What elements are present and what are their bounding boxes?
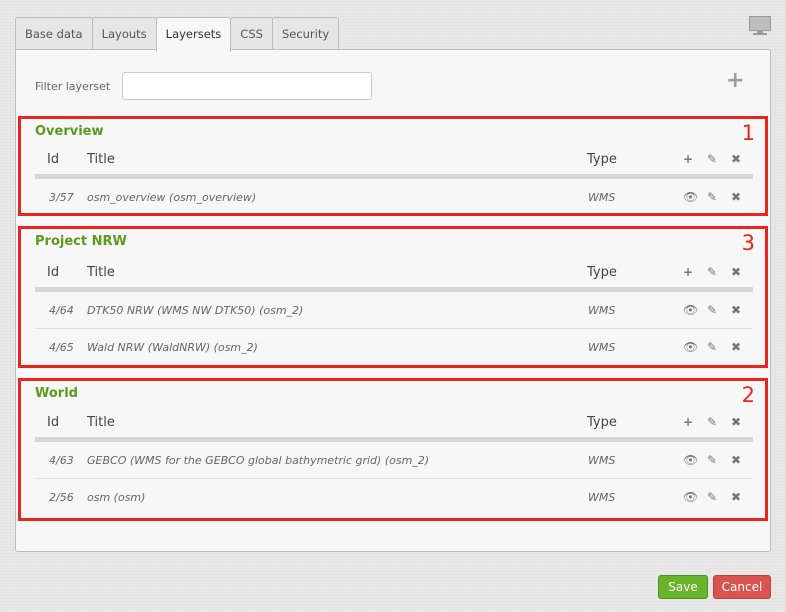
row-type: WMS [588, 191, 616, 204]
row-title: Wald NRW (WaldNRW) (osm_2) [87, 341, 258, 354]
table-header: Id Title Type + ✎ ✖ [35, 259, 753, 287]
row-type: WMS [588, 491, 616, 504]
header-title: Title [87, 265, 115, 280]
row-type: WMS [588, 454, 616, 467]
table-row[interactable]: 4/64 DTK50 NRW (WMS NW DTK50) (osm_2) WM… [35, 293, 753, 329]
header-id: Id [47, 415, 60, 430]
preview-eye-icon[interactable]: 👁 [683, 340, 698, 354]
table-row[interactable]: 4/63 GEBCO (WMS for the GEBCO global bat… [35, 443, 753, 479]
monitor-icon[interactable] [749, 16, 771, 36]
tab-css[interactable]: CSS [230, 17, 273, 49]
header-type: Type [587, 415, 617, 430]
add-layer-plus-icon[interactable]: + [683, 152, 693, 166]
tab-layouts[interactable]: Layouts [91, 17, 157, 49]
section-title: Project NRW [35, 234, 127, 249]
delete-x-icon[interactable]: ✖ [731, 303, 741, 317]
header-title: Title [87, 152, 115, 167]
table-row[interactable]: 4/65 Wald NRW (WaldNRW) (osm_2) WMS 👁 ✎ … [35, 330, 753, 366]
delete-x-icon[interactable]: ✖ [731, 152, 741, 166]
header-title: Title [87, 415, 115, 430]
annotation-marker: 2 [741, 383, 755, 407]
row-id: 4/64 [49, 304, 74, 317]
annotation-marker: 1 [741, 121, 755, 145]
delete-x-icon[interactable]: ✖ [731, 340, 741, 354]
cancel-button[interactable]: Cancel [713, 575, 771, 599]
tab-bar: Base data Layouts Layersets CSS Security [15, 17, 340, 52]
edit-pencil-icon[interactable]: ✎ [707, 265, 717, 279]
section-title: World [35, 386, 78, 401]
filter-label: Filter layerset [35, 80, 111, 93]
header-type: Type [587, 265, 617, 280]
delete-x-icon[interactable]: ✖ [731, 415, 741, 429]
edit-pencil-icon[interactable]: ✎ [707, 415, 717, 429]
header-type: Type [587, 152, 617, 167]
preview-eye-icon[interactable]: 👁 [683, 453, 698, 467]
header-id: Id [47, 265, 60, 280]
table-row[interactable]: 3/57 osm_overview (osm_overview) WMS 👁 ✎… [35, 180, 753, 216]
edit-pencil-icon[interactable]: ✎ [707, 453, 717, 467]
preview-eye-icon[interactable]: 👁 [683, 303, 698, 317]
row-type: WMS [588, 341, 616, 354]
add-layer-plus-icon[interactable]: + [683, 265, 693, 279]
section-title: Overview [35, 124, 104, 139]
table-header: Id Title Type + ✎ ✖ [35, 146, 753, 174]
header-id: Id [47, 152, 60, 167]
edit-pencil-icon[interactable]: ✎ [707, 303, 717, 317]
header-divider [35, 287, 753, 292]
table-row[interactable]: 2/56 osm (osm) WMS 👁 ✎ ✖ [35, 480, 753, 516]
edit-pencil-icon[interactable]: ✎ [707, 152, 717, 166]
row-title: osm_overview (osm_overview) [87, 191, 257, 204]
row-title: GEBCO (WMS for the GEBCO global bathymet… [87, 454, 430, 467]
row-title: DTK50 NRW (WMS NW DTK50) (osm_2) [87, 304, 304, 317]
add-layerset-plus-icon[interactable]: + [726, 70, 744, 92]
preview-eye-icon[interactable]: 👁 [683, 490, 698, 504]
edit-pencil-icon[interactable]: ✎ [707, 340, 717, 354]
edit-pencil-icon[interactable]: ✎ [707, 190, 717, 204]
edit-pencil-icon[interactable]: ✎ [707, 490, 717, 504]
row-type: WMS [588, 304, 616, 317]
delete-x-icon[interactable]: ✖ [731, 490, 741, 504]
delete-x-icon[interactable]: ✖ [731, 190, 741, 204]
row-id: 4/63 [49, 454, 74, 467]
row-id: 2/56 [49, 491, 74, 504]
tab-layersets[interactable]: Layersets [155, 17, 232, 52]
layerset-section-overview: Overview 1 Id Title Type + ✎ ✖ 3/57 osm_… [18, 116, 768, 216]
header-divider [35, 437, 753, 442]
delete-x-icon[interactable]: ✖ [731, 265, 741, 279]
save-button[interactable]: Save [658, 575, 708, 599]
annotation-marker: 3 [741, 231, 755, 255]
layerset-section-world: World 2 Id Title Type + ✎ ✖ 4/63 GEBCO (… [18, 378, 768, 521]
tab-base-data[interactable]: Base data [15, 17, 93, 49]
delete-x-icon[interactable]: ✖ [731, 453, 741, 467]
add-layer-plus-icon[interactable]: + [683, 415, 693, 429]
filter-layerset-input[interactable] [122, 72, 372, 100]
header-divider [35, 174, 753, 179]
layerset-section-project-nrw: Project NRW 3 Id Title Type + ✎ ✖ 4/64 D… [18, 226, 768, 368]
row-title: osm (osm) [87, 491, 146, 504]
row-id: 4/65 [49, 341, 74, 354]
preview-eye-icon[interactable]: 👁 [683, 190, 698, 204]
row-id: 3/57 [49, 191, 74, 204]
tab-security[interactable]: Security [271, 17, 340, 49]
table-header: Id Title Type + ✎ ✖ [35, 409, 753, 437]
